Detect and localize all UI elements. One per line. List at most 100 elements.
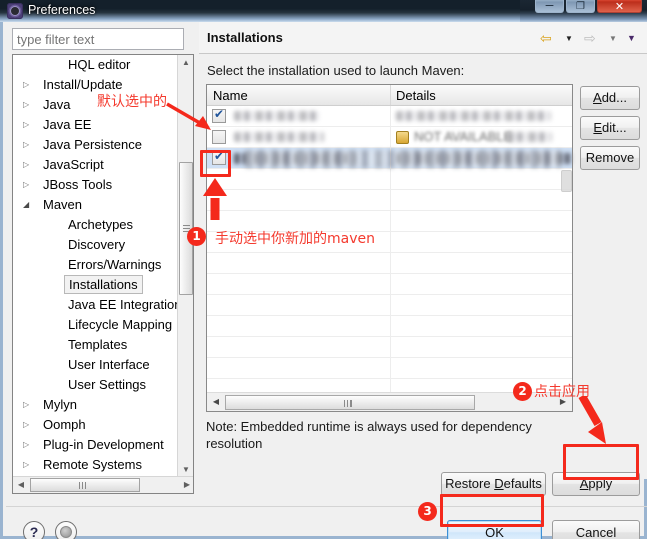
annotation-step-2-badge: 2 [513, 382, 532, 401]
cancel-button[interactable]: Cancel [552, 520, 640, 539]
sidebar-item-label: JavaScript [43, 157, 104, 172]
row-details-redacted [396, 111, 551, 121]
sidebar-item-mylyn[interactable]: ▷ Mylyn [13, 395, 179, 415]
remove-button[interactable]: Remove [580, 146, 640, 170]
scroll-left-icon[interactable]: ◀ [13, 477, 29, 493]
table-row[interactable] [207, 169, 572, 190]
column-header-details[interactable]: Details [396, 88, 436, 103]
sidebar-item-user-settings[interactable]: User Settings [13, 375, 179, 395]
tree-hscroll-thumb[interactable] [30, 478, 140, 492]
row-column-separator [390, 337, 391, 358]
tree-horizontal-scrollbar[interactable]: ◀ ▶ [13, 476, 193, 493]
close-icon: ✕ [614, 1, 625, 13]
scroll-right-icon[interactable]: ▶ [179, 477, 193, 493]
table-row[interactable] [207, 253, 572, 274]
tree-collapsed-icon[interactable]: ▷ [23, 75, 33, 95]
filter-input[interactable] [12, 28, 184, 50]
page-title: Installations [207, 30, 283, 45]
minimize-button[interactable]: – [535, 0, 564, 13]
back-dropdown-icon[interactable]: ▼ [565, 34, 573, 43]
sidebar-item-label: User Settings [68, 377, 147, 392]
column-divider[interactable] [390, 85, 391, 105]
sidebar-item-lifecycle-mapping[interactable]: Lifecycle Mapping [13, 315, 179, 335]
preference-tree[interactable]: HQL editor ▷ Install/Update ▷ Java ▷ Java EE ▷ J… [13, 55, 179, 478]
tree-collapsed-icon[interactable]: ▷ [23, 115, 33, 135]
sidebar-item-maven[interactable]: ◢ Maven [13, 195, 179, 215]
annotation-arrow-down-to-apply [578, 396, 606, 444]
tree-collapsed-icon[interactable]: ▷ [23, 435, 33, 455]
row-column-separator [390, 169, 391, 190]
edit-button[interactable]: Edit... [580, 116, 640, 140]
tree-collapsed-icon[interactable]: ▷ [23, 155, 33, 175]
forward-dropdown-icon[interactable]: ▼ [609, 34, 617, 43]
sidebar-item-label: Errors/Warnings [68, 257, 162, 272]
annotation-step-3-badge: 3 [418, 502, 437, 521]
tree-collapsed-icon[interactable]: ▷ [23, 415, 33, 435]
table-row[interactable] [207, 316, 572, 337]
tree-collapsed-icon[interactable]: ▷ [23, 95, 33, 115]
table-row[interactable] [207, 295, 572, 316]
sidebar-item-label: Java EE [43, 117, 92, 132]
sidebar-item-hql-editor[interactable]: HQL editor [13, 55, 179, 75]
tree-collapsed-icon[interactable]: ▷ [23, 135, 33, 155]
sidebar-item-plug-in-development[interactable]: ▷ Plug-in Development [13, 435, 179, 455]
scroll-up-icon[interactable]: ▲ [178, 55, 193, 71]
close-button[interactable]: ✕ [597, 0, 642, 13]
add-button-label: dd... [601, 90, 627, 105]
sidebar-item-label: Maven [43, 197, 83, 212]
annotation-step-1-text: 手动选中你新加的maven [215, 231, 375, 247]
sidebar-item-java-ee-integration[interactable]: Java EE Integration [13, 295, 179, 315]
table-row[interactable] [207, 358, 572, 379]
view-menu-dropdown-icon[interactable]: ▼ [627, 33, 636, 43]
sidebar-item-user-interface[interactable]: User Interface [13, 355, 179, 375]
sidebar-item-label: Mylyn [43, 397, 77, 412]
edit-button-mnemonic: E [593, 120, 603, 135]
row-tooltip-redacted [245, 150, 561, 168]
note-label: Note: Embedded runtime is always used fo… [206, 419, 532, 451]
forward-arrow-icon[interactable]: ⇨ [584, 30, 596, 47]
add-button[interactable]: Add... [580, 86, 640, 110]
help-icon[interactable]: ? [23, 521, 45, 539]
table-vscroll-thumb[interactable] [561, 170, 572, 192]
table-row[interactable] [207, 190, 572, 211]
sidebar-item-discovery[interactable]: Discovery [13, 235, 179, 255]
maximize-button[interactable]: ❐ [566, 0, 595, 13]
sidebar-item-label: Archetypes [68, 217, 134, 232]
table-rows[interactable]: NOT AVAILABLE [207, 106, 572, 400]
minimize-icon: – [545, 0, 554, 12]
table-row[interactable] [207, 337, 572, 358]
restore-defaults-button[interactable]: Restore Defaults [441, 472, 546, 496]
table-hscroll-thumb[interactable] [225, 395, 475, 410]
sidebar-item-archetypes[interactable]: Archetypes [13, 215, 179, 235]
edit-button-label: dit... [602, 120, 627, 135]
sidebar-item-javascript[interactable]: ▷ JavaScript [13, 155, 179, 175]
sidebar-item-label: Plug-in Development [43, 437, 164, 452]
annotation-box-row3-checkbox [200, 150, 231, 177]
tree-collapsed-icon[interactable]: ▷ [23, 175, 33, 195]
preferences-dialog: Preferences – ❐ ✕ HQL editor▷Install/Upd… [0, 0, 647, 539]
sidebar-item-label: Remote Systems [43, 457, 142, 472]
sidebar-item-java-persistence[interactable]: ▷ Java Persistence [13, 135, 179, 155]
scroll-grip-icon [344, 400, 352, 407]
restore-defaults-label2: efaults [503, 476, 542, 491]
restore-window-icon[interactable] [55, 521, 77, 539]
sidebar-item-errors-warnings[interactable]: Errors/Warnings [13, 255, 179, 275]
restore-defaults-label: Restore [445, 476, 495, 491]
table-row[interactable] [207, 106, 572, 127]
sidebar-item-label: Java Persistence [43, 137, 142, 152]
tree-collapsed-icon[interactable]: ▷ [23, 455, 33, 475]
sidebar-item-installations[interactable]: Installations [13, 275, 179, 295]
sidebar-item-templates[interactable]: Templates [13, 335, 179, 355]
table-row[interactable]: NOT AVAILABLE [207, 127, 572, 148]
back-arrow-icon[interactable]: ⇦ [540, 30, 552, 47]
tree-expanded-icon[interactable]: ◢ [23, 195, 33, 215]
tree-collapsed-icon[interactable]: ▷ [23, 395, 33, 415]
table-row[interactable] [207, 274, 572, 295]
row-column-separator [390, 232, 391, 253]
sidebar-item-java-ee[interactable]: ▷ Java EE [13, 115, 179, 135]
scroll-left-icon[interactable]: ◀ [208, 394, 224, 410]
sidebar-item-oomph[interactable]: ▷ Oomph [13, 415, 179, 435]
add-button-mnemonic: A [593, 90, 602, 105]
sidebar-item-remote-systems[interactable]: ▷ Remote Systems [13, 455, 179, 475]
sidebar-item-jboss-tools[interactable]: ▷ JBoss Tools [13, 175, 179, 195]
